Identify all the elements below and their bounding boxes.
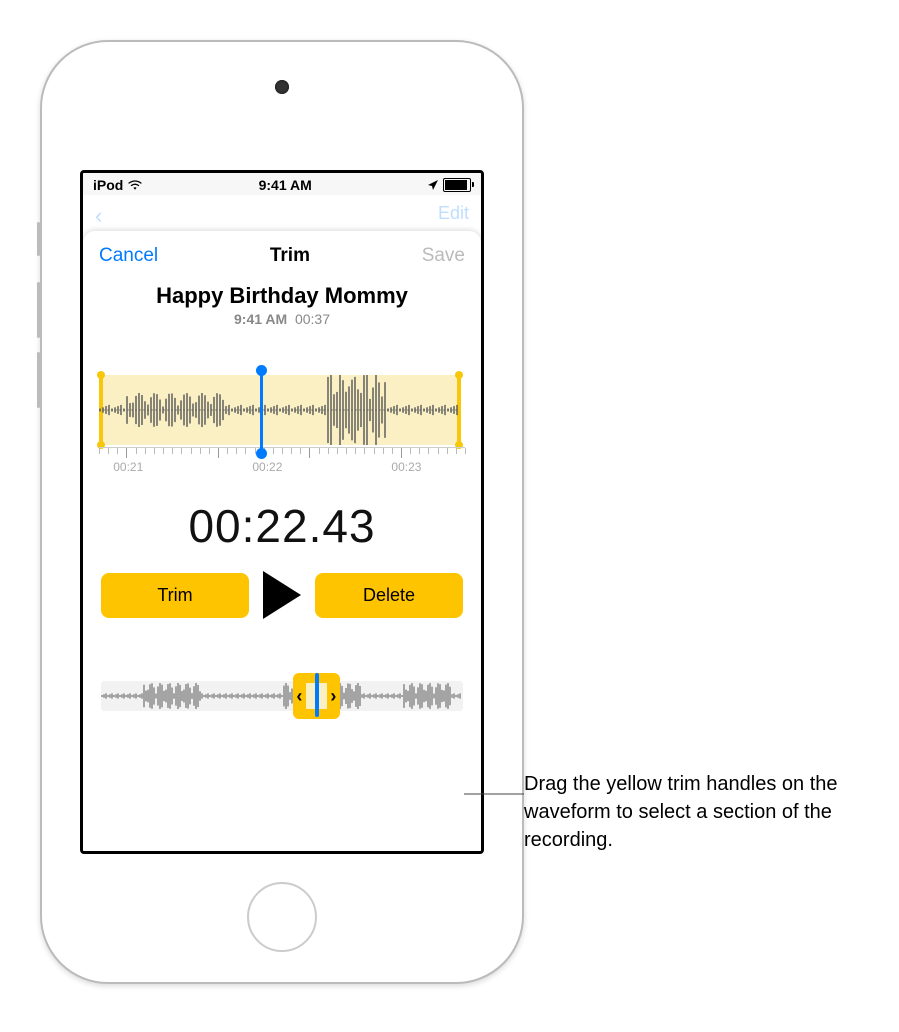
trim-button[interactable]: Trim bbox=[101, 573, 249, 618]
ipod-device-frame: iPod 9:41 AM bbox=[40, 40, 524, 984]
wifi-icon bbox=[127, 179, 143, 191]
delete-button[interactable]: Delete bbox=[315, 573, 463, 618]
trim-sheet: Cancel Trim Save Happy Birthday Mommy 9:… bbox=[83, 231, 481, 851]
edit-button-dimmed: Edit bbox=[438, 203, 469, 229]
overview-waveform-svg bbox=[101, 681, 461, 711]
location-arrow-icon bbox=[427, 179, 439, 191]
back-chevron-icon: ‹ bbox=[95, 203, 102, 229]
save-button: Save bbox=[422, 245, 465, 267]
mute-switch bbox=[37, 222, 40, 256]
play-button[interactable] bbox=[263, 571, 301, 619]
carrier-label: iPod bbox=[93, 177, 123, 193]
recording-title: Happy Birthday Mommy bbox=[83, 283, 481, 309]
trim-handle-left[interactable]: ‹ bbox=[293, 686, 306, 707]
volume-down-button bbox=[37, 352, 40, 408]
trim-handle-right[interactable]: › bbox=[327, 686, 340, 707]
callout-leader-line bbox=[464, 782, 524, 812]
waveform-svg bbox=[99, 375, 459, 445]
current-time-display: 00:22.43 bbox=[83, 499, 481, 553]
cancel-button[interactable]: Cancel bbox=[99, 245, 158, 267]
playhead[interactable] bbox=[260, 369, 263, 455]
overview-waveform[interactable]: ‹ › bbox=[101, 667, 463, 723]
screen: iPod 9:41 AM bbox=[80, 170, 484, 854]
callout-text: Drag the yellow trim handles on the wave… bbox=[524, 770, 844, 854]
battery-icon bbox=[443, 178, 471, 192]
recording-meta: 9:41 AM 00:37 bbox=[83, 311, 481, 327]
overview-playhead[interactable] bbox=[315, 673, 319, 717]
status-time: 9:41 AM bbox=[259, 177, 312, 193]
status-bar: iPod 9:41 AM bbox=[83, 173, 481, 195]
home-button[interactable] bbox=[247, 882, 317, 952]
volume-up-button bbox=[37, 282, 40, 338]
recording-duration: 00:37 bbox=[295, 311, 330, 327]
sheet-title: Trim bbox=[158, 245, 422, 267]
recording-timestamp: 9:41 AM bbox=[234, 311, 287, 327]
front-camera bbox=[275, 80, 289, 94]
detail-waveform[interactable]: 00:2100:2200:23 bbox=[99, 365, 465, 475]
